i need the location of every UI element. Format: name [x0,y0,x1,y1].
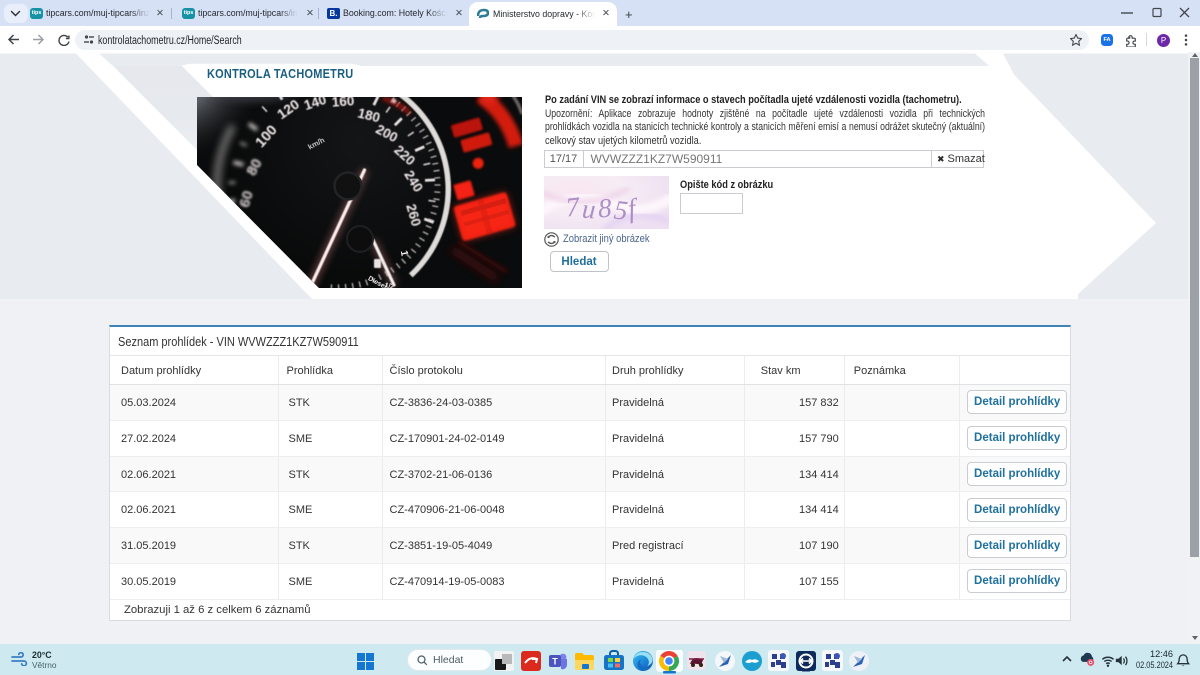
svg-text:160: 160 [331,94,355,110]
svg-text:8: 8 [596,192,612,223]
svg-text:1/2: 1/2 [384,282,395,288]
svg-text:T: T [552,657,558,667]
svg-text:u: u [581,193,597,224]
